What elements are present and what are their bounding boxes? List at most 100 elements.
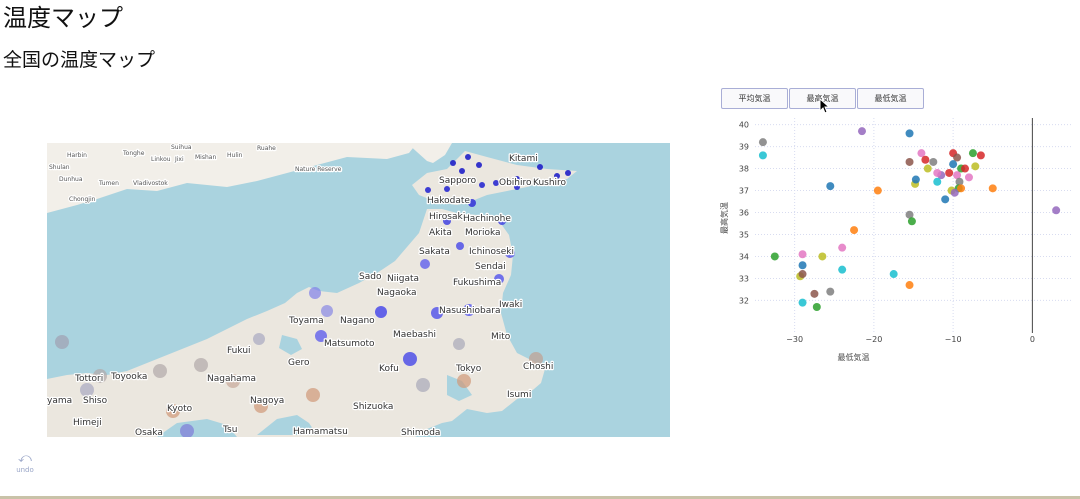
y-tick-label: 35 <box>739 230 749 239</box>
scatter-point[interactable] <box>810 289 819 298</box>
map-circle[interactable] <box>416 378 430 392</box>
map-circle[interactable] <box>479 182 485 188</box>
map-circle[interactable] <box>309 287 321 299</box>
scatter-point[interactable] <box>905 281 914 290</box>
map-circle[interactable] <box>253 333 265 345</box>
scatter-point[interactable] <box>798 250 807 259</box>
scatter-point[interactable] <box>812 303 821 312</box>
map-label: Ruahe <box>257 145 276 152</box>
scatter-svg[interactable]: 32 33 34 35 36 37 38 39 40 −30 −20 −10 0 最低気温 最高気温 <box>700 110 1080 370</box>
map-label: yama <box>47 396 72 406</box>
y-axis-label: 最高気温 <box>719 202 729 234</box>
scatter-point[interactable] <box>889 270 898 279</box>
scatter-point[interactable] <box>921 155 930 164</box>
scatter-point[interactable] <box>798 261 807 270</box>
section-title: 全国の温度マップ <box>3 49 156 71</box>
scatter-point[interactable] <box>945 168 954 177</box>
map-label: Fukushima <box>453 278 501 288</box>
map-label: Osaka <box>135 428 163 437</box>
scatter-point[interactable] <box>826 182 835 191</box>
scatter-point[interactable] <box>798 270 807 279</box>
map-label: Tokyo <box>455 364 482 374</box>
map-circle[interactable] <box>403 352 417 366</box>
y-tick-label: 40 <box>739 121 749 130</box>
map-label: Sapporo <box>439 176 477 186</box>
x-tick-label: −10 <box>945 335 962 344</box>
scatter-point[interactable] <box>905 157 914 166</box>
min-temp-button[interactable]: 最低気温 <box>857 88 924 109</box>
scatter-point[interactable] <box>968 149 977 158</box>
scatter-point[interactable] <box>933 177 942 186</box>
page: 温度マップ 全国の温度マップ Harbin Tonghe Suihua Ruah… <box>0 0 1080 499</box>
scatter-point[interactable] <box>826 287 835 296</box>
map-circle[interactable] <box>457 374 471 388</box>
x-tick-label: −20 <box>865 335 882 344</box>
scatter-point[interactable] <box>907 217 916 226</box>
scatter-point[interactable] <box>838 265 847 274</box>
map-circle[interactable] <box>194 358 208 372</box>
scatter-chart[interactable]: 32 33 34 35 36 37 38 39 40 −30 −20 −10 0 最低気温 最高気温 <box>700 110 1080 370</box>
scatter-point[interactable] <box>957 184 966 193</box>
map-circle[interactable] <box>153 364 167 378</box>
map-label: Toyama <box>288 316 324 326</box>
scatter-point[interactable] <box>929 157 938 166</box>
map-circle[interactable] <box>450 160 456 166</box>
map-label: Hulin <box>227 152 243 159</box>
map-label: Linkou <box>151 156 171 163</box>
y-tick-label: 34 <box>739 252 749 261</box>
map-label: Shulan <box>49 164 70 171</box>
temperature-map[interactable]: Harbin Tonghe Suihua Ruahe Shulan Linkou Jixi M… <box>47 143 670 437</box>
undo-button[interactable]: ⤺ undo <box>12 452 38 478</box>
scatter-point[interactable] <box>798 298 807 307</box>
map-label: Sendai <box>475 262 506 272</box>
map-label: Kofu <box>379 364 399 374</box>
avg-temp-button[interactable]: 平均気温 <box>721 88 788 109</box>
map-circle[interactable] <box>444 186 450 192</box>
map-circle[interactable] <box>420 259 430 269</box>
scatter-point[interactable] <box>933 168 942 177</box>
scatter-point[interactable] <box>758 151 767 160</box>
map-label: Shiso <box>83 396 108 406</box>
y-tick-label: 38 <box>739 165 749 174</box>
map-circle[interactable] <box>80 383 94 397</box>
scatter-point[interactable] <box>988 184 997 193</box>
map-circle[interactable] <box>55 335 69 349</box>
map-circle[interactable] <box>476 162 482 168</box>
scatter-point[interactable] <box>850 226 859 235</box>
map-label: Nagoya <box>250 396 284 406</box>
scatter-point[interactable] <box>961 164 970 173</box>
map-label: Vladivostok <box>133 180 168 187</box>
x-tick-label: 0 <box>1030 335 1035 344</box>
scatter-point[interactable] <box>758 138 767 147</box>
scatter-point[interactable] <box>770 252 779 261</box>
map-label: Jixi <box>174 156 184 163</box>
map-label: Sado <box>359 272 382 282</box>
scatter-point[interactable] <box>941 195 950 204</box>
map-canvas[interactable]: Harbin Tonghe Suihua Ruahe Shulan Linkou Jixi M… <box>47 143 670 437</box>
map-label: Tumen <box>98 180 119 187</box>
map-label: Obihiro <box>499 178 532 188</box>
scatter-point[interactable] <box>949 160 958 169</box>
map-circle[interactable] <box>456 242 464 250</box>
scatter-point[interactable] <box>873 186 882 195</box>
map-circle[interactable] <box>565 170 571 176</box>
scatter-point[interactable] <box>911 175 920 184</box>
map-circle[interactable] <box>425 187 431 193</box>
scatter-point[interactable] <box>1052 206 1061 215</box>
scatter-point[interactable] <box>838 243 847 252</box>
map-circle[interactable] <box>306 388 320 402</box>
map-circle[interactable] <box>465 154 471 160</box>
map-circle[interactable] <box>537 164 543 170</box>
scatter-point[interactable] <box>923 164 932 173</box>
map-circle[interactable] <box>459 168 465 174</box>
scatter-point[interactable] <box>857 127 866 136</box>
scatter-point[interactable] <box>905 129 914 138</box>
map-label: Morioka <box>465 228 501 238</box>
map-circle[interactable] <box>453 338 465 350</box>
scatter-point[interactable] <box>964 173 973 182</box>
scatter-point[interactable] <box>818 252 827 261</box>
scatter-point[interactable] <box>976 151 985 160</box>
scatter-point[interactable] <box>971 162 980 171</box>
map-circle[interactable] <box>375 306 387 318</box>
x-axis-label: 最低気温 <box>838 352 870 362</box>
